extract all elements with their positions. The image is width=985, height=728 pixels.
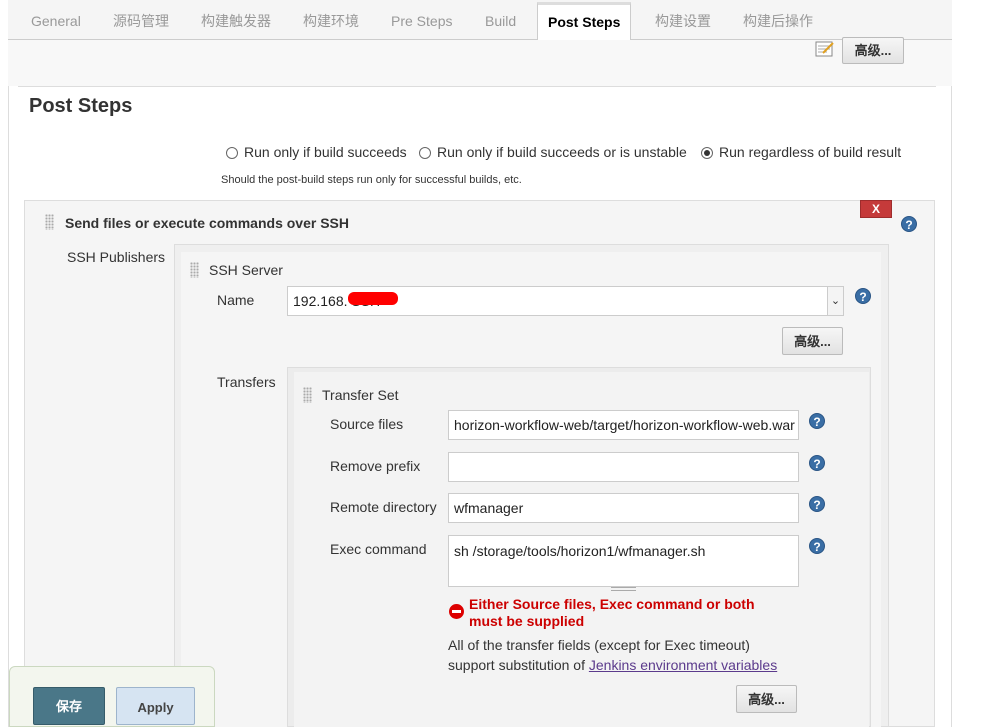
remote-directory-label: Remote directory: [330, 499, 437, 515]
source-files-label: Source files: [330, 416, 404, 432]
remove-prefix-label: Remove prefix: [330, 458, 421, 474]
tab-build-triggers[interactable]: 构建触发器: [201, 0, 271, 40]
textarea-resize-handle[interactable]: [611, 587, 636, 591]
radio-run-if-succeeds[interactable]: Run only if build succeeds: [226, 144, 407, 160]
delete-step-button[interactable]: X: [860, 200, 892, 218]
save-button[interactable]: 保存: [33, 687, 105, 725]
advanced-button-server[interactable]: 高级...: [782, 327, 843, 355]
help-icon[interactable]: ?: [809, 538, 825, 554]
exec-command-label: Exec command: [330, 541, 427, 557]
drag-handle-icon[interactable]: [303, 387, 312, 403]
remote-directory-input[interactable]: wfmanager: [448, 493, 799, 523]
tab-post-build-actions[interactable]: 构建后操作: [743, 0, 813, 40]
tab-build[interactable]: Build: [485, 0, 516, 40]
apply-button[interactable]: Apply: [116, 687, 195, 725]
previous-section-strip: [8, 40, 952, 86]
remove-prefix-input[interactable]: [448, 452, 799, 482]
advanced-button-top[interactable]: 高级...: [842, 37, 904, 64]
help-icon[interactable]: ?: [855, 288, 871, 304]
radio-run-regardless[interactable]: Run regardless of build result: [701, 144, 901, 160]
tab-general[interactable]: General: [31, 0, 81, 40]
chevron-down-icon[interactable]: ⌄: [827, 287, 843, 315]
error-icon: [449, 604, 464, 619]
section-divider: [18, 86, 936, 87]
run-condition-hint: Should the post-build steps run only for…: [221, 174, 522, 186]
jenkins-env-vars-link[interactable]: Jenkins environment variables: [589, 657, 777, 673]
radio-circle[interactable]: [419, 147, 431, 159]
ssh-publishers-label: SSH Publishers: [67, 249, 166, 265]
step-title: Send files or execute commands over SSH: [65, 215, 349, 231]
notepad-icon: [815, 41, 834, 57]
exec-command-textarea[interactable]: sh /storage/tools/horizon1/wfmanager.sh: [448, 535, 799, 587]
advanced-button-transfer[interactable]: 高级...: [736, 685, 797, 713]
tab-post-steps[interactable]: Post Steps: [537, 2, 632, 41]
radio-label: Run only if build succeeds or is unstabl…: [437, 144, 687, 160]
help-icon[interactable]: ?: [901, 216, 917, 232]
substitution-note: All of the transfer fields (except for E…: [448, 635, 798, 675]
help-icon[interactable]: ?: [809, 496, 825, 512]
radio-circle[interactable]: [226, 147, 238, 159]
tab-build-settings[interactable]: 构建设置: [655, 0, 711, 40]
validation-error: Either Source files, Exec command or bot…: [449, 596, 789, 630]
error-text: Either Source files, Exec command or bot…: [469, 596, 755, 629]
tab-build-environment[interactable]: 构建环境: [303, 0, 359, 40]
name-label: Name: [217, 292, 255, 308]
ssh-server-title: SSH Server: [209, 262, 283, 278]
transfer-set-title: Transfer Set: [322, 387, 399, 403]
drag-handle-icon[interactable]: [190, 262, 199, 278]
help-icon[interactable]: ?: [809, 455, 825, 471]
tab-source-management[interactable]: 源码管理: [113, 0, 169, 40]
drag-handle-icon[interactable]: [45, 214, 54, 230]
source-files-input[interactable]: horizon-workflow-web/target/horizon-work…: [448, 410, 799, 440]
tab-pre-steps[interactable]: Pre Steps: [391, 0, 452, 40]
transfers-label: Transfers: [217, 374, 276, 390]
help-icon[interactable]: ?: [809, 413, 825, 429]
radio-circle-selected[interactable]: [701, 147, 713, 159]
page-title: Post Steps: [29, 95, 133, 117]
redaction-mark: [348, 292, 398, 305]
radio-run-if-succeeds-or-unstable[interactable]: Run only if build succeeds or is unstabl…: [419, 144, 687, 160]
radio-label: Run regardless of build result: [719, 144, 902, 160]
radio-label: Run only if build succeeds: [244, 144, 407, 160]
